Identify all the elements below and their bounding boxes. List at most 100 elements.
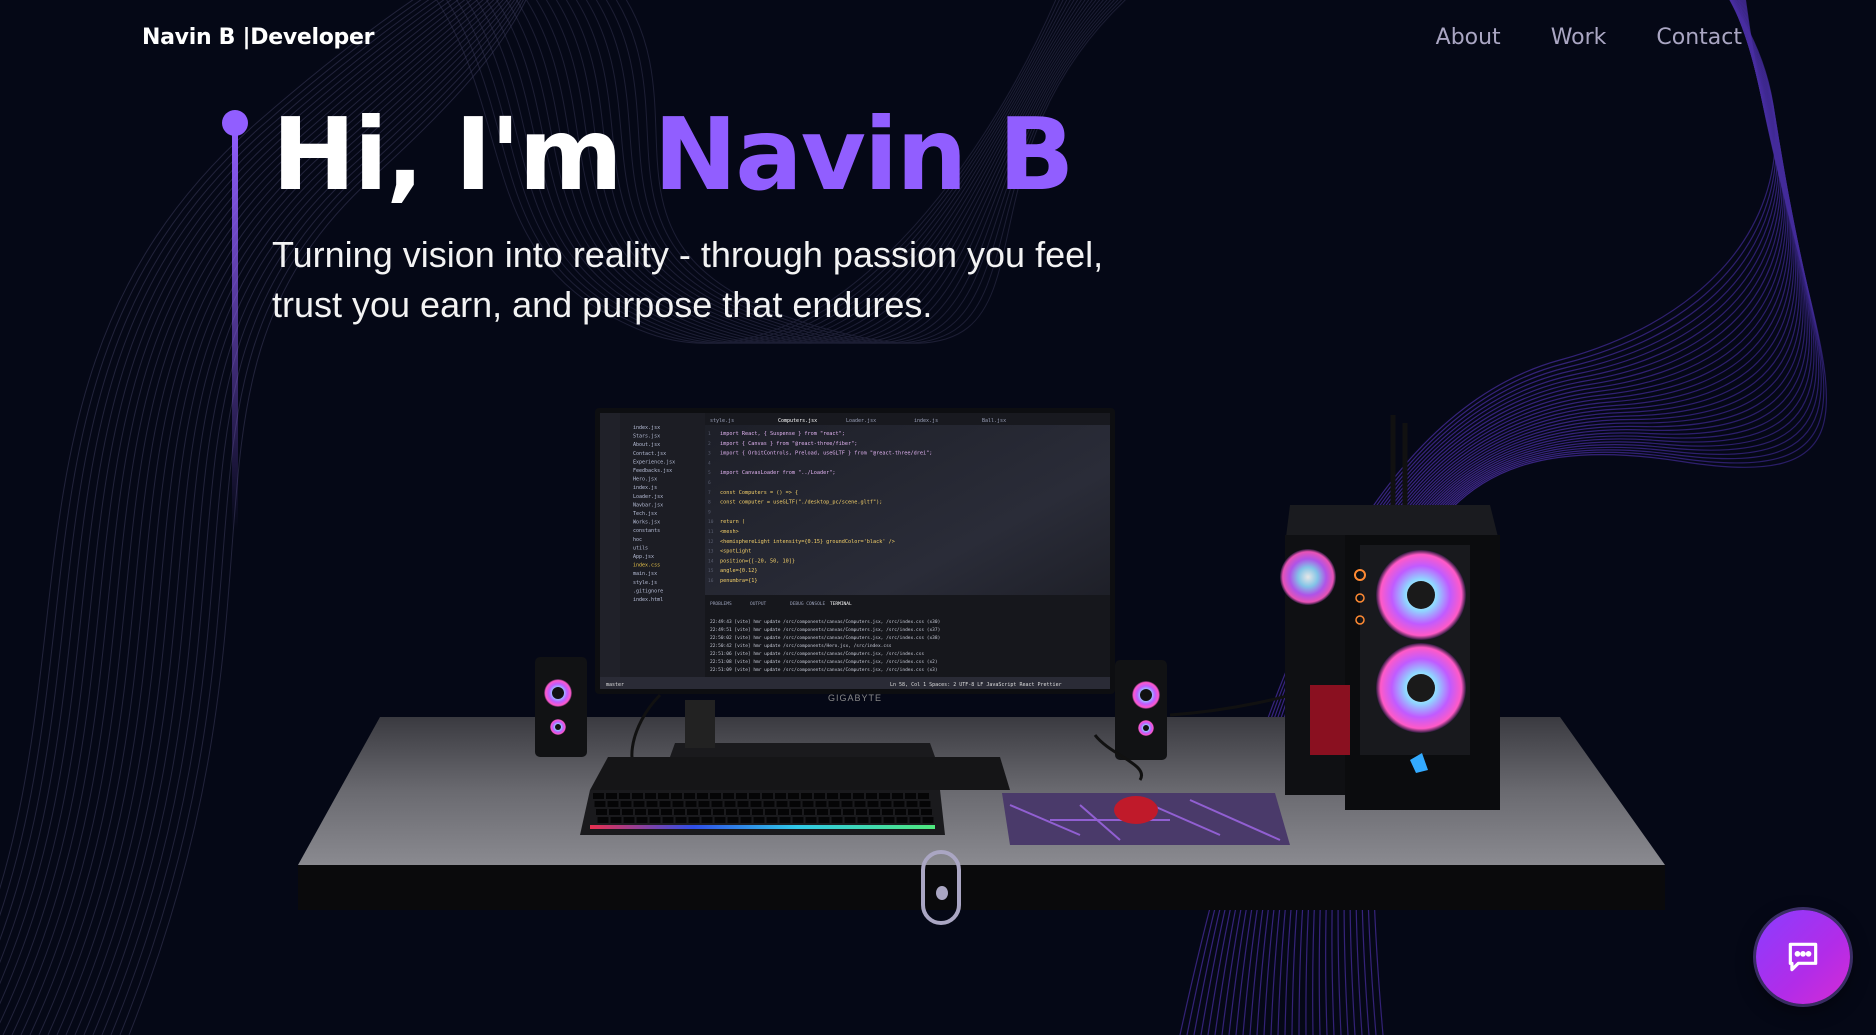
keyboard-key <box>750 801 762 807</box>
keyboard-key <box>762 793 773 799</box>
terminal-line: 22:50:02 [vite] hmr update /src/componen… <box>710 635 940 641</box>
code-line-number: 11 <box>708 529 714 535</box>
terminal-line: 22:50:42 [vite] hmr update /src/componen… <box>710 643 892 649</box>
keyboard-key <box>802 801 814 807</box>
desktop-pc-3d-canvas[interactable]: GIGABYTE index.jsx Stars.jsx About.jsx Cont… <box>290 395 1670 925</box>
keyboard-key <box>714 817 726 823</box>
keyboard-key <box>675 817 687 823</box>
mouse-scroll-icon <box>936 886 948 900</box>
code-line-number: 15 <box>708 568 714 574</box>
hero-subtitle: Turning vision into reality - through pa… <box>272 230 1312 330</box>
keyboard-key <box>896 817 908 823</box>
keyboard-key <box>804 809 815 815</box>
keyboard-key <box>687 809 698 815</box>
keyboard-key <box>697 793 708 799</box>
keyboard-key <box>622 809 633 815</box>
hero-subtitle-line-1: Turning vision into reality - through pa… <box>272 234 1104 275</box>
keyboard-key <box>870 817 882 823</box>
nav-link-about[interactable]: About <box>1436 25 1501 50</box>
keyboard-key <box>607 801 619 807</box>
explorer-file: App.jsx <box>633 554 654 560</box>
editor-tab: style.js <box>710 418 734 424</box>
status-branch: master <box>606 682 624 688</box>
code-line-number: 10 <box>708 519 714 525</box>
explorer-file: style.js <box>633 580 657 586</box>
keyboard-key <box>906 801 918 807</box>
chat-button[interactable] <box>1756 910 1850 1004</box>
keyboard-key <box>711 801 723 807</box>
keyboard-key <box>866 793 877 799</box>
keyboard-key <box>893 801 905 807</box>
code-line-number: 16 <box>708 578 714 584</box>
code-line-number: 8 <box>708 500 711 506</box>
keyboard-key <box>840 793 851 799</box>
keyboard-key <box>726 809 737 815</box>
keyboard-key <box>701 817 713 823</box>
keyboard-key <box>763 801 775 807</box>
editor-tab: Computers.jsx <box>778 418 817 424</box>
keyboard-key <box>646 801 658 807</box>
mousepad <box>1002 793 1290 845</box>
keyboard-key <box>815 801 827 807</box>
code-line: const Computers = () => { <box>720 490 798 496</box>
scroll-down-indicator[interactable] <box>921 850 961 925</box>
keyboard-key <box>779 817 791 823</box>
keyboard-key <box>688 817 700 823</box>
keyboard-key <box>883 817 895 823</box>
monitor: GIGABYTE index.jsx Stars.jsx About.jsx Cont… <box>595 408 1115 703</box>
editor-tab: Loader.jsx <box>846 418 876 424</box>
keyboard-key <box>662 817 674 823</box>
keyboard-key <box>791 809 802 815</box>
keyboard-key <box>828 801 840 807</box>
explorer-file: Tech.jsx <box>633 511 657 517</box>
nav-link-work[interactable]: Work <box>1551 25 1607 50</box>
code-line: <mesh> <box>720 529 739 535</box>
keyboard-key <box>723 793 734 799</box>
keyboard-key <box>713 809 724 815</box>
keyboard <box>580 790 945 835</box>
code-line: import CanvasLoader from "../Loader"; <box>720 470 836 476</box>
navbar: Navin B |Developer About Work Contact <box>0 0 1876 82</box>
keyboard-key <box>632 793 643 799</box>
explorer-file: Stars.jsx <box>633 434 660 440</box>
keyboard-key <box>909 817 921 823</box>
keyboard-key <box>818 817 830 823</box>
status-right: Ln 58, Col 1 Spaces: 2 UTF-8 LF JavaScri… <box>890 682 1062 688</box>
keyboard-key <box>778 809 789 815</box>
code-line-number: 5 <box>708 470 711 476</box>
keyboard-key <box>740 817 752 823</box>
keyboard-key <box>749 793 760 799</box>
keyboard-key <box>710 793 721 799</box>
keyboard-key <box>919 801 931 807</box>
brand-logo[interactable]: Navin B |Developer <box>142 25 374 50</box>
keyboard-key <box>817 809 828 815</box>
code-line-number: 4 <box>708 460 711 466</box>
keyboard-key <box>765 809 776 815</box>
keyboard-key <box>879 793 890 799</box>
keyboard-key <box>892 793 903 799</box>
keyboard-key <box>737 801 749 807</box>
nav-link-contact[interactable]: Contact <box>1656 25 1742 50</box>
keyboard-key <box>922 817 934 823</box>
keyboard-key <box>841 801 853 807</box>
keyboard-key <box>672 801 684 807</box>
hero-subtitle-line-2: trust you earn, and purpose that endures… <box>272 284 933 325</box>
code-line: <spotLight <box>720 549 751 555</box>
explorer-file: Feedbacks.jsx <box>633 468 672 474</box>
panel-tab: TERMINAL <box>830 601 852 607</box>
code-line: import { OrbitControls, Preload, useGLTF… <box>720 451 932 457</box>
editor-tab: index.js <box>914 418 938 424</box>
code-line-number: 2 <box>708 441 711 447</box>
keyboard-key <box>766 817 778 823</box>
code-line-number: 14 <box>708 558 714 564</box>
pc-tower <box>1280 415 1500 810</box>
keyboard-key <box>635 809 646 815</box>
keyboard-key <box>880 801 892 807</box>
keyboard-key <box>827 793 838 799</box>
keyboard-key <box>752 809 763 815</box>
explorer-file: Experience.jsx <box>633 459 675 465</box>
explorer-file: hoc <box>633 537 642 543</box>
keyboard-key <box>857 817 869 823</box>
keyboard-key <box>775 793 786 799</box>
keyboard-key <box>609 809 620 815</box>
